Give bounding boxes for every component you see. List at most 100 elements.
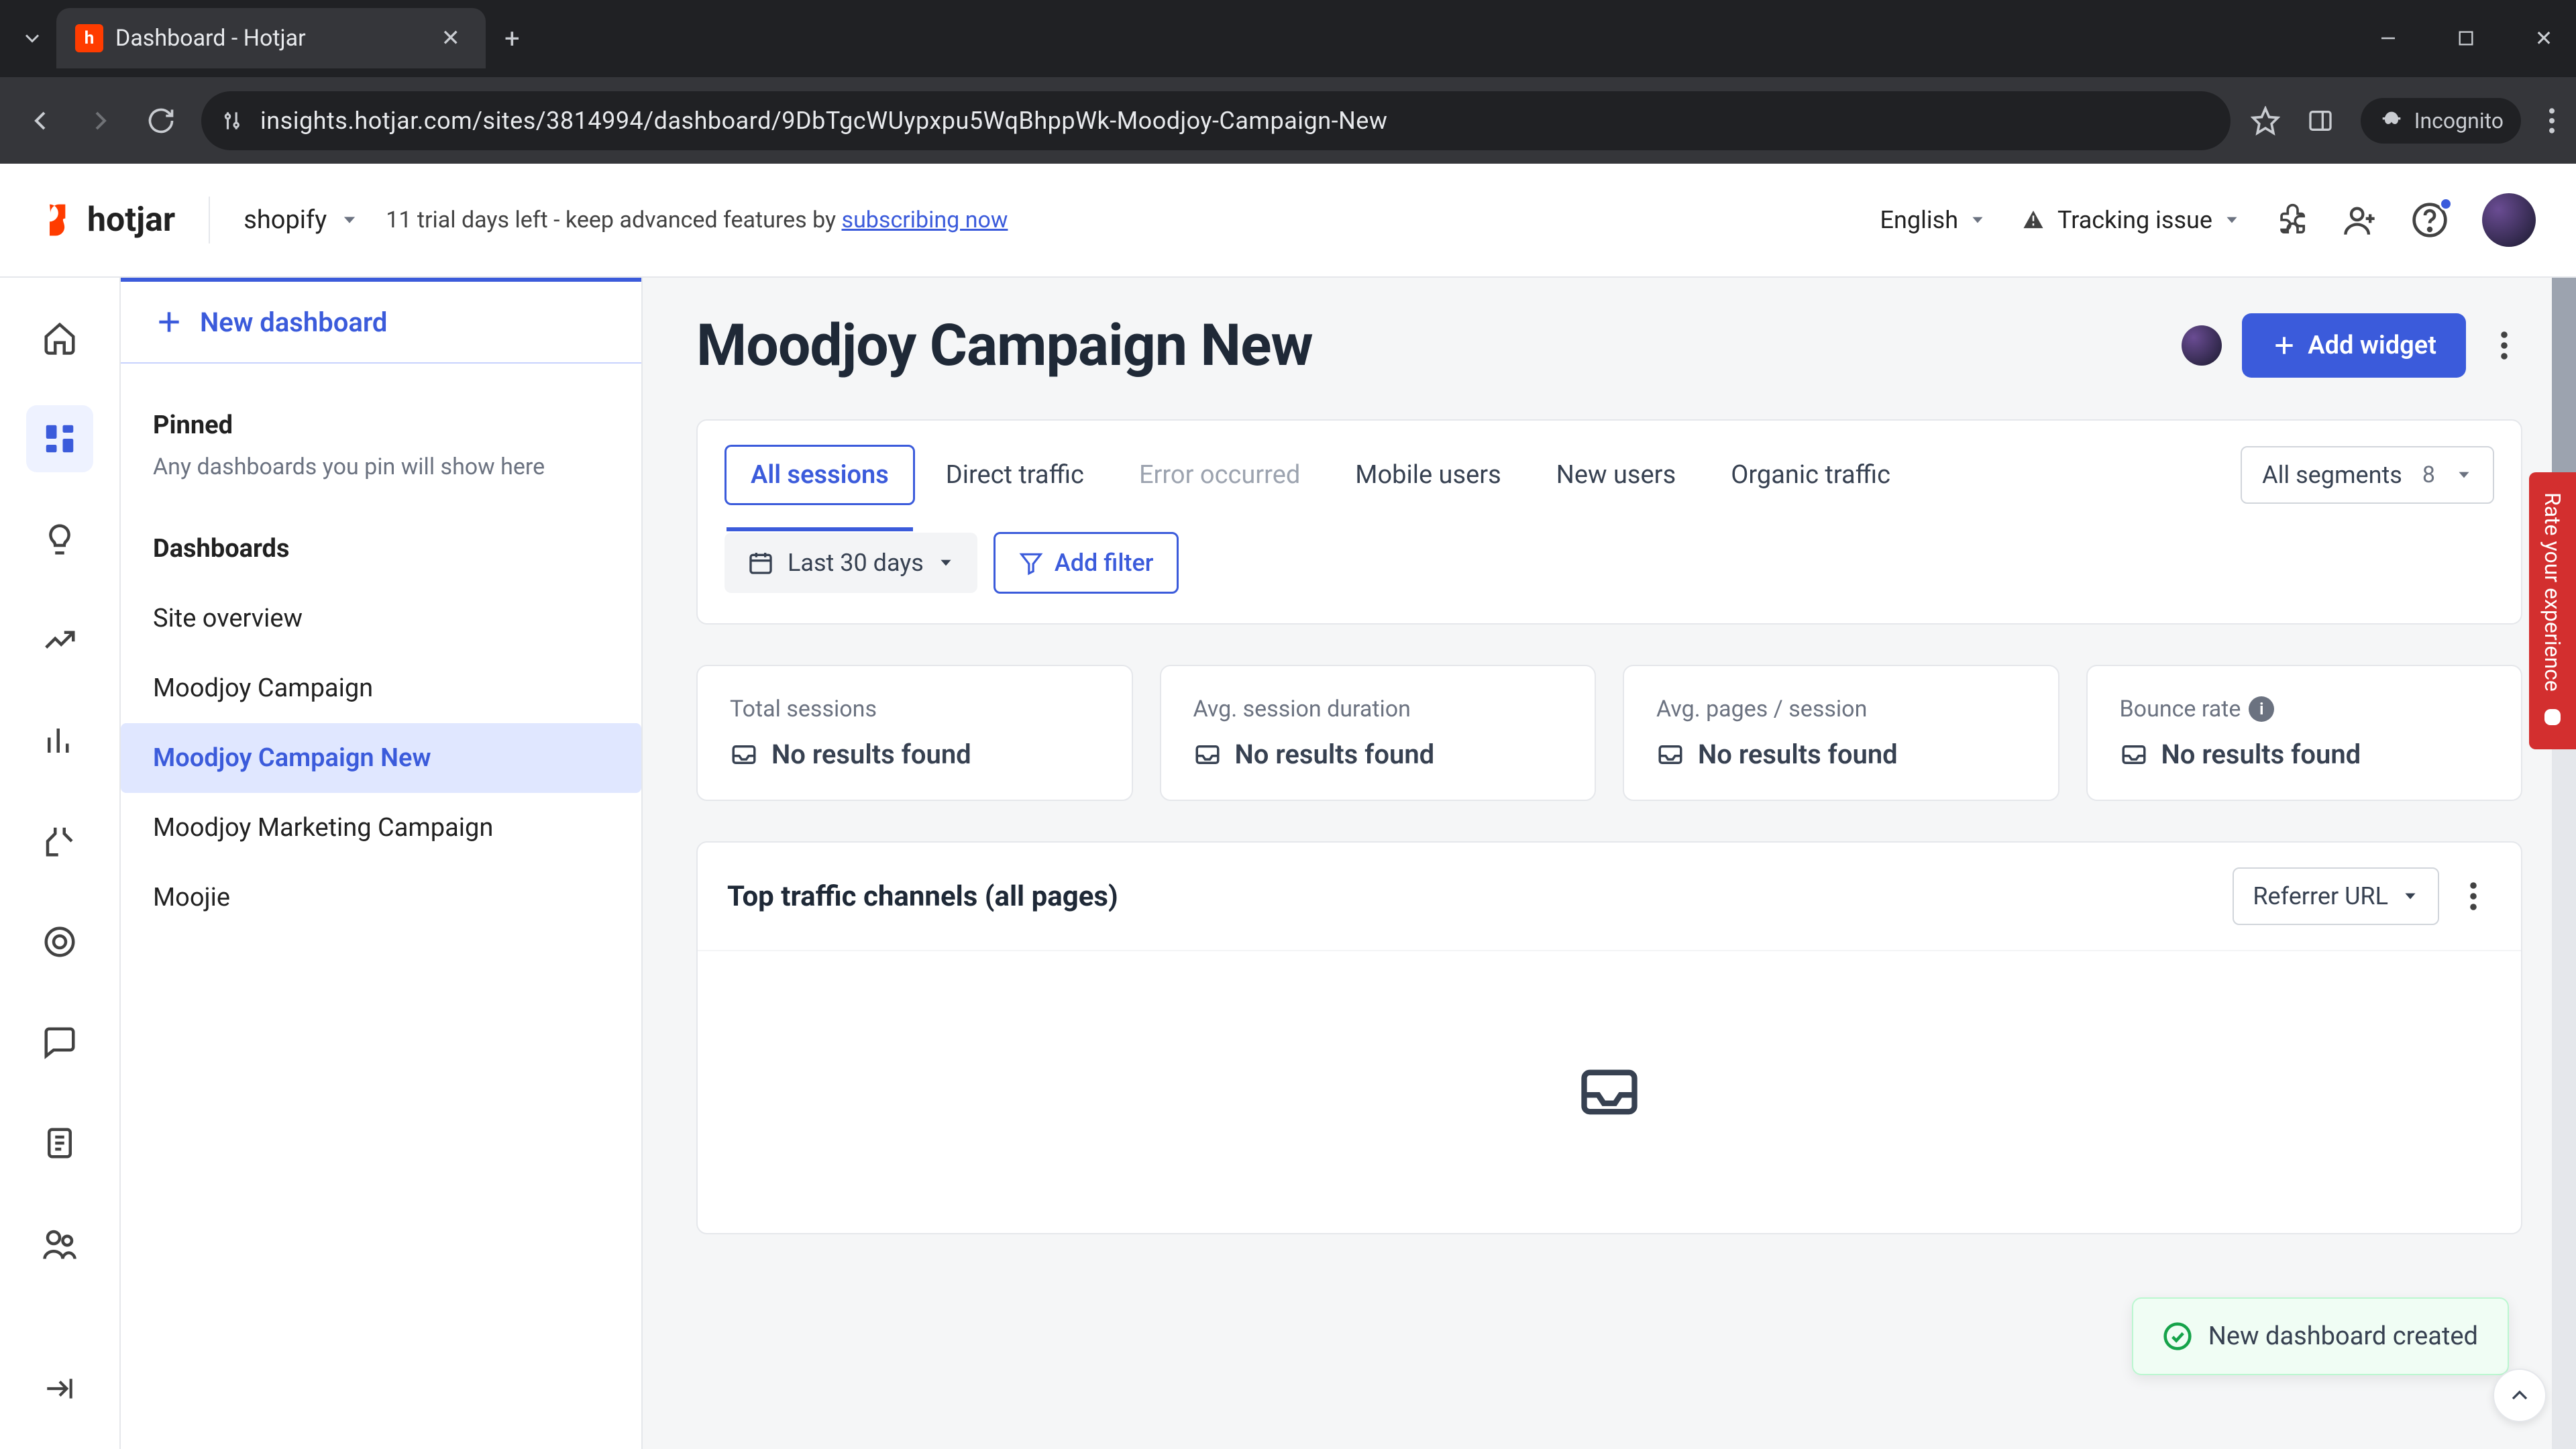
hotjar-logo-text: hotjar bbox=[87, 201, 175, 239]
segment-tab-direct-traffic[interactable]: Direct traffic bbox=[922, 447, 1108, 503]
inbox-icon bbox=[2120, 741, 2148, 769]
add-widget-button[interactable]: Add widget bbox=[2242, 313, 2466, 378]
sidebar-item-moodjoy-campaign-new[interactable]: Moodjoy Campaign New bbox=[121, 723, 641, 793]
stat-card-avg-pages: Avg. pages / session No results found bbox=[1623, 665, 2059, 801]
site-settings-icon[interactable] bbox=[221, 108, 247, 133]
stat-card-bounce-rate: Bounce rate i No results found bbox=[2086, 665, 2523, 801]
widget-menu-icon[interactable] bbox=[2455, 867, 2491, 926]
scrollbar[interactable] bbox=[2552, 278, 2576, 1449]
bookmark-icon[interactable] bbox=[2251, 106, 2280, 136]
calendar-icon bbox=[747, 549, 774, 576]
referrer-label: Referrer URL bbox=[2253, 882, 2388, 910]
chevron-down-icon bbox=[1969, 211, 1986, 229]
language-switcher[interactable]: English bbox=[1880, 206, 1986, 234]
page-menu-icon[interactable] bbox=[2486, 316, 2522, 375]
browser-tab[interactable]: h Dashboard - Hotjar ✕ bbox=[56, 8, 486, 68]
chevron-down-icon bbox=[2455, 466, 2473, 484]
widget-title: Top traffic channels (all pages) bbox=[727, 880, 1118, 913]
back-button[interactable] bbox=[20, 101, 60, 141]
stat-value: No results found bbox=[1698, 739, 1898, 770]
add-filter-label: Add filter bbox=[1055, 549, 1154, 577]
hotjar-logo[interactable]: hotjar bbox=[40, 201, 175, 239]
stat-card-total-sessions: Total sessions No results found bbox=[696, 665, 1133, 801]
minimize-icon[interactable] bbox=[2369, 19, 2407, 57]
rail-recordings[interactable] bbox=[26, 908, 93, 975]
segment-tab-all-sessions[interactable]: All sessions bbox=[724, 445, 915, 505]
plus-icon bbox=[154, 307, 184, 337]
warning-icon bbox=[2020, 207, 2047, 233]
tracking-issue-button[interactable]: Tracking issue bbox=[2020, 206, 2241, 234]
site-name: shopify bbox=[244, 205, 327, 235]
browser-menu-icon[interactable] bbox=[2548, 106, 2556, 136]
add-filter-button[interactable]: Add filter bbox=[994, 532, 1179, 594]
toast-message: New dashboard created bbox=[2208, 1322, 2478, 1351]
new-dashboard-button[interactable]: New dashboard bbox=[121, 278, 641, 364]
help-icon[interactable] bbox=[2411, 201, 2449, 239]
site-switcher[interactable]: shopify bbox=[244, 205, 359, 235]
new-tab-button[interactable]: + bbox=[491, 16, 533, 61]
rail-collapse[interactable] bbox=[26, 1355, 93, 1422]
divider bbox=[209, 197, 210, 244]
stat-value: No results found bbox=[2161, 739, 2361, 770]
rail-surveys[interactable] bbox=[26, 1110, 93, 1177]
rail-engage[interactable] bbox=[26, 1210, 93, 1277]
close-tab-icon[interactable]: ✕ bbox=[435, 22, 468, 54]
referrer-dropdown[interactable]: Referrer URL bbox=[2233, 867, 2439, 925]
subscribe-link[interactable]: subscribing now bbox=[842, 207, 1008, 233]
close-window-icon[interactable]: ✕ bbox=[2525, 19, 2563, 57]
integrations-icon[interactable] bbox=[2274, 203, 2309, 237]
content-area: Moodjoy Campaign New Add widget All sess… bbox=[643, 278, 2576, 1449]
sidebar-item-moodjoy-marketing[interactable]: Moodjoy Marketing Campaign bbox=[121, 793, 641, 863]
segment-count: 8 bbox=[2422, 462, 2435, 488]
chevron-down-icon bbox=[2402, 888, 2419, 905]
segment-tab-mobile-users[interactable]: Mobile users bbox=[1331, 447, 1525, 503]
pinned-hint: Any dashboards you pin will show here bbox=[153, 453, 609, 480]
rail-trends[interactable] bbox=[26, 606, 93, 674]
rail-dashboards[interactable] bbox=[26, 405, 93, 472]
rail-home[interactable] bbox=[26, 305, 93, 372]
stat-card-avg-duration: Avg. session duration No results found bbox=[1160, 665, 1597, 801]
app-header: hotjar shopify 11 trial days left - keep… bbox=[0, 164, 2576, 278]
feedback-tab[interactable]: Rate your experience bbox=[2529, 472, 2576, 749]
rail-funnels[interactable] bbox=[26, 707, 93, 774]
sidebar-item-moodjoy-campaign[interactable]: Moodjoy Campaign bbox=[121, 653, 641, 723]
scroll-to-top-button[interactable] bbox=[2493, 1368, 2546, 1422]
reload-button[interactable] bbox=[141, 101, 181, 141]
address-bar[interactable]: insights.hotjar.com/sites/3814994/dashbo… bbox=[201, 91, 2231, 150]
page-title: Moodjoy Campaign New bbox=[696, 311, 1313, 379]
invite-user-icon[interactable] bbox=[2343, 203, 2377, 237]
segment-tab-organic-traffic[interactable]: Organic traffic bbox=[1707, 447, 1915, 503]
tracking-issue-label: Tracking issue bbox=[2057, 206, 2212, 234]
inbox-icon bbox=[730, 741, 758, 769]
info-icon[interactable]: i bbox=[2249, 696, 2274, 722]
tab-title: Dashboard - Hotjar bbox=[115, 25, 423, 52]
maximize-icon[interactable] bbox=[2447, 19, 2485, 57]
segment-dropdown[interactable]: All segments 8 bbox=[2241, 446, 2494, 504]
pinned-heading: Pinned bbox=[153, 411, 609, 440]
segment-tab-error-occurred[interactable]: Error occurred bbox=[1115, 447, 1324, 503]
plus-icon bbox=[2271, 333, 2297, 358]
sidebar-item-site-overview[interactable]: Site overview bbox=[121, 584, 641, 653]
chevron-down-icon bbox=[2223, 211, 2241, 229]
rail-heatmaps[interactable] bbox=[26, 808, 93, 875]
chevron-down-icon bbox=[340, 211, 359, 229]
collaborator-avatar[interactable] bbox=[2182, 325, 2222, 366]
rail-feedback[interactable] bbox=[26, 1009, 93, 1076]
stat-row: Total sessions No results found Avg. ses… bbox=[696, 665, 2522, 801]
incognito-chip[interactable]: Incognito bbox=[2361, 98, 2521, 144]
sidebar-item-moojie[interactable]: Moojie bbox=[121, 863, 641, 932]
user-avatar[interactable] bbox=[2482, 193, 2536, 247]
side-panel-icon[interactable] bbox=[2307, 107, 2334, 134]
feedback-label: Rate your experience bbox=[2540, 492, 2565, 692]
segment-tab-new-users[interactable]: New users bbox=[1532, 447, 1700, 503]
stat-value: No results found bbox=[771, 739, 971, 770]
new-dashboard-label: New dashboard bbox=[200, 307, 387, 338]
tabs-dropdown[interactable] bbox=[13, 19, 51, 57]
date-range-picker[interactable]: Last 30 days bbox=[724, 533, 977, 593]
left-rail bbox=[0, 278, 121, 1449]
stat-value: No results found bbox=[1235, 739, 1435, 770]
rail-highlights[interactable] bbox=[26, 506, 93, 573]
forward-button[interactable] bbox=[80, 101, 121, 141]
inbox-icon bbox=[1193, 741, 1222, 769]
url-text: insights.hotjar.com/sites/3814994/dashbo… bbox=[260, 107, 1387, 135]
